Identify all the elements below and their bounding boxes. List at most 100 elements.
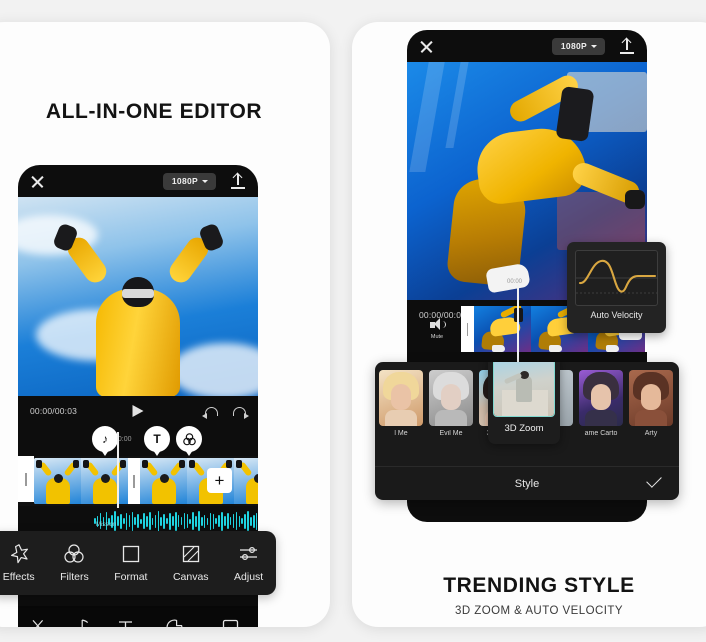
nav-item-stickers[interactable]: Stickers [157, 618, 191, 627]
left-timeline-ruler: 00:00 ♪ T [18, 426, 258, 456]
undo-redo-group [202, 406, 249, 419]
sliders-icon [238, 543, 260, 565]
nav-item-overlay[interactable]: Overlay [214, 618, 247, 627]
clip-frame[interactable] [34, 458, 81, 504]
add-clip-button[interactable]: + [207, 468, 232, 493]
music-marker-pin[interactable]: ♪ [92, 426, 118, 452]
export-icon[interactable] [230, 172, 246, 189]
style-thumbnail [379, 370, 423, 426]
tool-label: Filters [60, 571, 89, 583]
velocity-curve-graph [575, 250, 658, 306]
resolution-label: 1080P [171, 176, 198, 186]
speaker-icon [429, 318, 446, 331]
mute-button[interactable]: Mute [417, 318, 457, 340]
audio-track-label: Mission [96, 522, 117, 528]
three-circles-icon [63, 543, 85, 565]
bg-stripe [445, 62, 469, 148]
right-headline: TRENDING STYLE [443, 574, 635, 597]
style-thumbnail [579, 370, 623, 426]
style-item[interactable]: l Me [379, 370, 423, 437]
clip-frame[interactable] [234, 458, 258, 504]
sticker-icon [166, 618, 183, 627]
auto-velocity-label: Auto Velocity [590, 310, 643, 320]
tool-canvas[interactable]: Canvas [173, 543, 209, 583]
left-headline: ALL-IN-ONE EDITOR [45, 100, 263, 123]
selected-style-label: 3D Zoom [504, 423, 544, 434]
style-panel[interactable]: l Me Evil Me 3D Zoom 3D Zoom [375, 362, 679, 500]
redo-icon[interactable] [233, 406, 249, 419]
style-item[interactable]: Arty [629, 370, 673, 437]
music-note-icon [74, 618, 90, 627]
chevron-down-icon [202, 179, 208, 183]
image-frame-icon [222, 618, 239, 627]
export-arrow-icon [621, 37, 632, 48]
style-panel-footer: Style [375, 466, 679, 500]
timecode-label: 00:00/00:03 [30, 406, 78, 416]
export-icon[interactable] [619, 37, 635, 54]
auto-velocity-card[interactable]: Auto Velocity [567, 242, 666, 333]
tool-label: Canvas [172, 571, 209, 583]
tool-effects[interactable]: Effects [3, 543, 35, 583]
clip-frame[interactable] [140, 458, 187, 504]
scissors-icon [29, 618, 47, 627]
cloud-shape [170, 343, 258, 396]
export-arrow-icon [232, 172, 243, 183]
resolution-selector[interactable]: 1080P [551, 37, 605, 55]
clip-trim-handle-start[interactable] [18, 456, 34, 502]
style-label: Arty [644, 430, 658, 437]
ruler-time-label: 00:00 [507, 279, 523, 285]
mute-label: Mute [430, 334, 444, 340]
music-note-icon: ♪ [102, 432, 108, 446]
magic-star-icon [8, 543, 30, 565]
close-icon[interactable] [30, 174, 45, 189]
left-topbar: 1080P [18, 165, 258, 197]
nav-item-text[interactable]: Text [117, 618, 134, 627]
text-marker-pin[interactable]: T [144, 426, 170, 452]
subject-headband [122, 289, 154, 298]
text-t-icon: T [153, 432, 161, 446]
subject-hand [625, 190, 645, 209]
three-circles-icon [182, 432, 196, 445]
clip-trim-handle-start[interactable] [461, 306, 474, 352]
tool-label: Adjust [234, 571, 264, 583]
checkmark-icon[interactable] [646, 472, 662, 488]
right-subheadline: 3D ZOOM & AUTO VELOCITY [455, 605, 623, 617]
velocity-curve-icon [576, 259, 657, 294]
clip-frame[interactable] [81, 458, 128, 504]
text-t-icon [117, 618, 134, 627]
nav-item-edit[interactable]: Edit [29, 618, 47, 627]
screenshot-stage: ALL-IN-ONE EDITOR 1080P 00:00/00:03 00:0… [0, 0, 706, 642]
selected-style-popup[interactable]: 3D Zoom [488, 362, 560, 444]
right-topbar: 1080P [407, 30, 647, 62]
left-video-preview[interactable] [18, 197, 258, 396]
close-icon[interactable] [419, 39, 434, 54]
clip-trim-handle-mid[interactable] [128, 458, 140, 504]
left-player-bar: 00:00/00:03 [18, 396, 258, 426]
style-label: ame Carto [584, 430, 618, 437]
style-item[interactable]: Evil Me [429, 370, 473, 437]
left-bottom-nav: Edit Audio [18, 606, 258, 627]
audio-waveform [94, 510, 258, 532]
chevron-down-icon [591, 44, 597, 48]
undo-icon[interactable] [202, 406, 218, 419]
filter-marker-pin[interactable] [176, 426, 202, 452]
style-item[interactable]: ame Carto [579, 370, 623, 437]
style-label: l Me [394, 430, 408, 437]
clip-frame[interactable] [474, 306, 531, 352]
tool-adjust[interactable]: Adjust [234, 543, 263, 583]
resolution-selector[interactable]: 1080P [162, 172, 216, 190]
square-icon [120, 543, 142, 565]
style-thumbnail [429, 370, 473, 426]
play-icon[interactable] [132, 405, 144, 417]
selected-style-thumbnail [493, 362, 555, 417]
style-thumbnail [629, 370, 673, 426]
playhead[interactable] [117, 432, 119, 508]
tool-label: Format [114, 571, 148, 583]
left-timeline[interactable]: + [18, 432, 258, 508]
style-label: Evil Me [439, 430, 463, 437]
tool-panel: Effects Filters Format Canvas Adjust [0, 531, 276, 595]
tool-filters[interactable]: Filters [60, 543, 89, 583]
tool-format[interactable]: Format [114, 543, 147, 583]
tool-label: Effects [2, 571, 35, 583]
nav-item-audio[interactable]: Audio [70, 618, 94, 627]
